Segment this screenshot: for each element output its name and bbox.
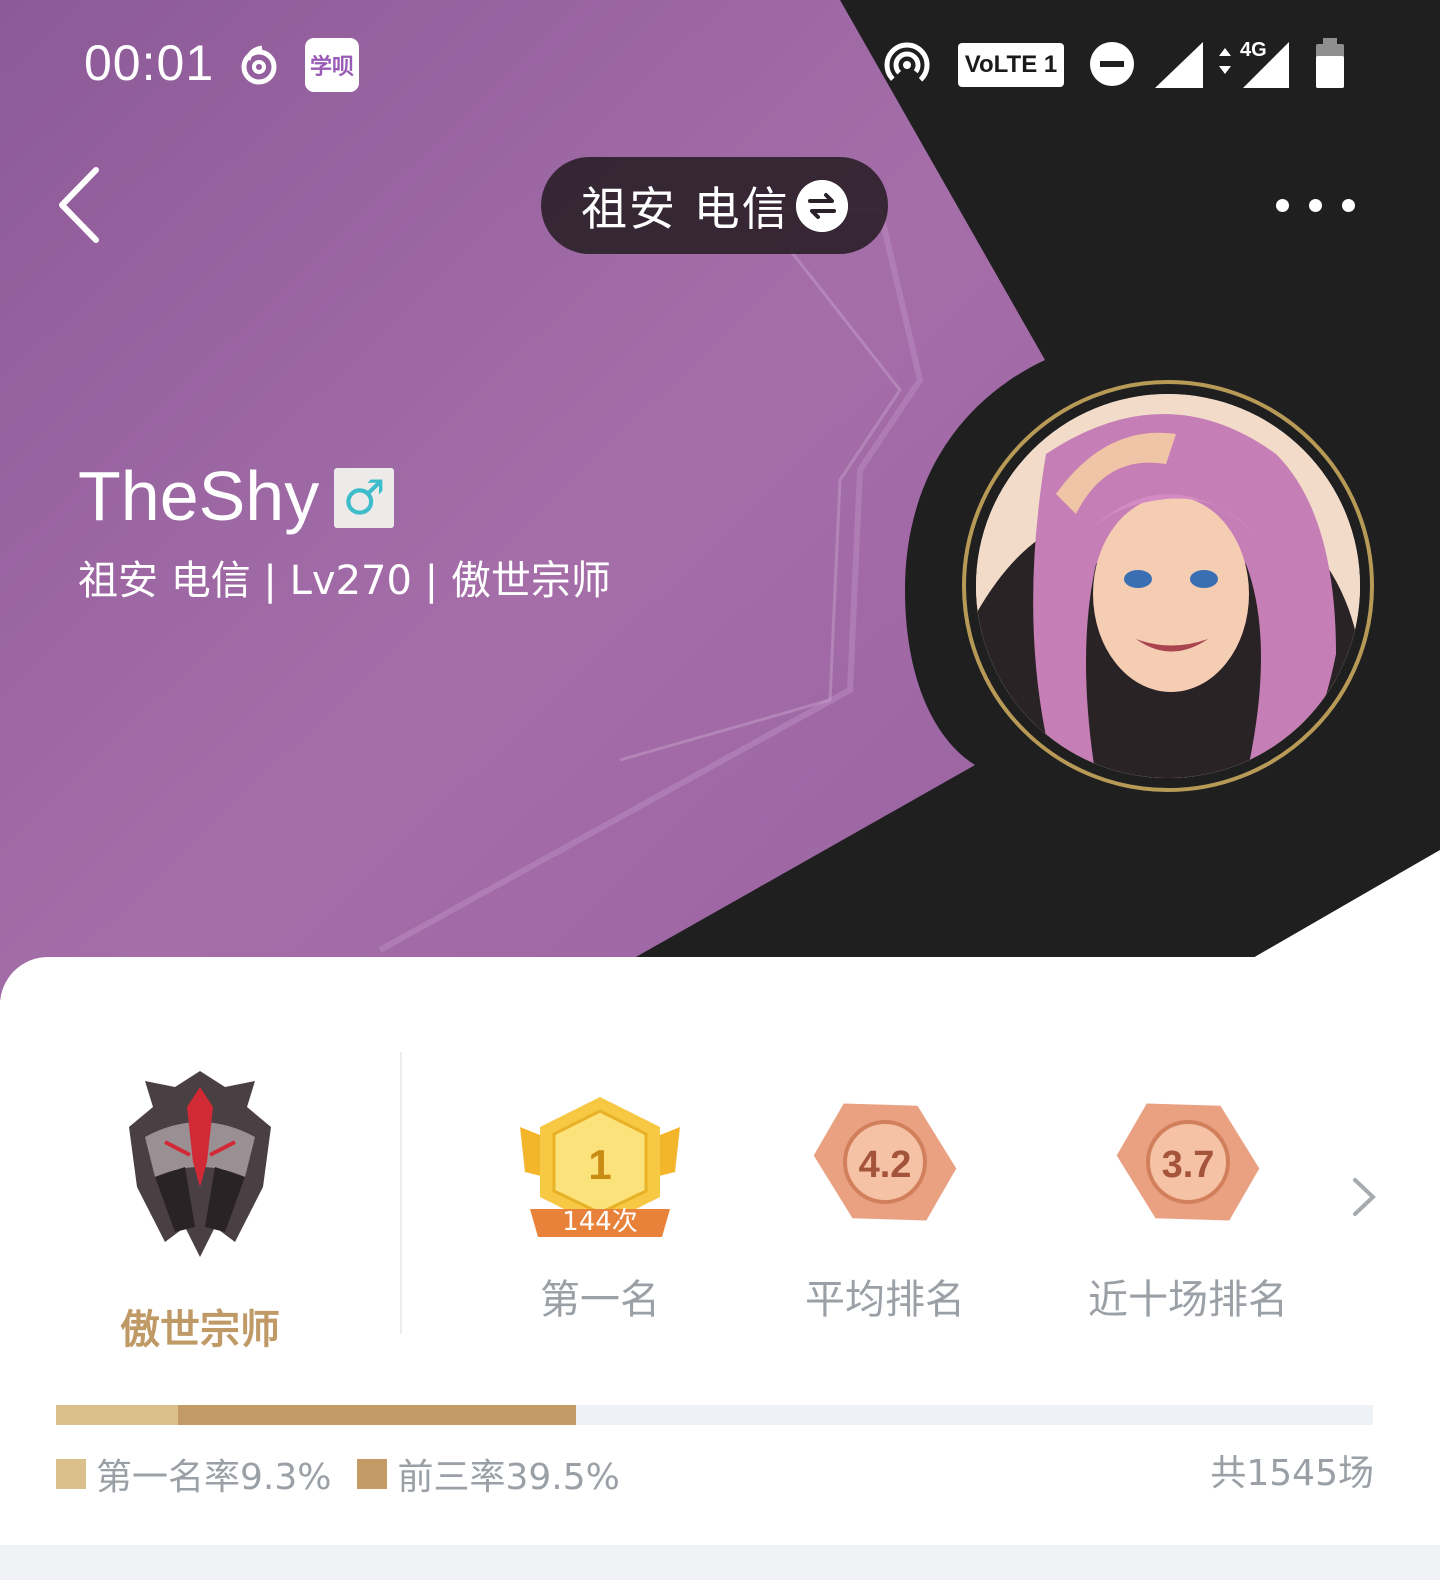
stat-caption: 近十场排名 [1088, 1277, 1288, 1323]
4g-signal-icon: 4G [1219, 39, 1289, 88]
volte-icon: VoLTE 1 [958, 43, 1064, 87]
server-switch-button[interactable]: 祖安 电信 [541, 157, 888, 254]
tier-name: 傲世宗师 [120, 1307, 280, 1353]
swap-arrows-icon [796, 180, 848, 232]
dnd-icon [1090, 42, 1134, 86]
stat-average-rank[interactable]: 4.2 平均排名 [755, 1097, 1015, 1323]
svg-text:4.2: 4.2 [859, 1144, 912, 1186]
legend-swatch [56, 1459, 86, 1489]
more-options-button[interactable] [1270, 180, 1360, 230]
first-rate-fill [56, 1405, 178, 1425]
top3-rate-label: 前三率39.5% [397, 1457, 620, 1498]
avatar-image [976, 394, 1360, 778]
seraphine-portrait-icon [976, 394, 1360, 778]
first-rate-label: 第一名率9.3% [96, 1457, 332, 1498]
legend-swatch [357, 1459, 388, 1489]
total-games: 共1545场 [1210, 1453, 1374, 1494]
bronze-hexagon-badge-icon: 3.7 [1116, 1103, 1260, 1221]
svg-text:144次: 144次 [562, 1207, 638, 1237]
stat-first-place[interactable]: 1 144次 第一名 [470, 1097, 730, 1323]
gold-hexagon-badge-icon: 1 144次 [520, 1097, 680, 1237]
status-time: 00:01 [84, 35, 215, 91]
hotspot-icon [884, 42, 930, 88]
server-label: 祖安 电信 [581, 181, 790, 236]
svg-text:1: 1 [588, 1141, 611, 1188]
stat-caption: 平均排名 [805, 1277, 965, 1323]
grandmaster-helmet-icon [129, 1071, 271, 1257]
battery-icon [1316, 38, 1344, 88]
svg-text:4G: 4G [1240, 39, 1267, 61]
stat-recent-ten-rank[interactable]: 3.7 近十场排名 [1058, 1097, 1318, 1323]
legend-top3-rate: 前三率39.5% [357, 1448, 620, 1500]
chevron-left-icon [59, 167, 99, 243]
svg-text:3.7: 3.7 [1162, 1144, 1215, 1186]
xuebei-app-icon: 学呗 [305, 38, 359, 92]
placement-rate-bar [56, 1405, 1373, 1425]
stats-next-button[interactable] [1345, 1172, 1385, 1222]
bronze-hexagon-badge-icon: 4.2 [813, 1103, 957, 1221]
rate-legend: 第一名率9.3% 前三率39.5% [56, 1449, 646, 1499]
avatar[interactable] [962, 380, 1374, 792]
more-dots-icon [1275, 198, 1289, 212]
rank-card: 傲世宗师 1 144次 第一名 4.2 平均排名 3.7 近十场排名 第一名率9… [0, 957, 1440, 1545]
chevron-right-icon [1353, 1178, 1376, 1216]
back-button[interactable] [48, 160, 118, 250]
profile-subinfo: 祖安 电信 | Lv270 | 傲世宗师 [78, 558, 611, 604]
stat-caption: 第一名 [540, 1277, 660, 1323]
netease-music-icon [241, 45, 277, 85]
male-icon: ♂ [334, 468, 394, 528]
legend-first-rate: 第一名率9.3% [56, 1448, 331, 1500]
username: TheShy [78, 457, 320, 535]
divider [400, 1052, 402, 1334]
profile-banner: 00:01 学呗 VoLTE 1 4G 祖安 电信 TheShy ♂ 祖安 电信… [0, 0, 1440, 1000]
status-bar: 00:01 学呗 VoLTE 1 4G [0, 0, 1440, 130]
signal-icon [1155, 42, 1203, 88]
